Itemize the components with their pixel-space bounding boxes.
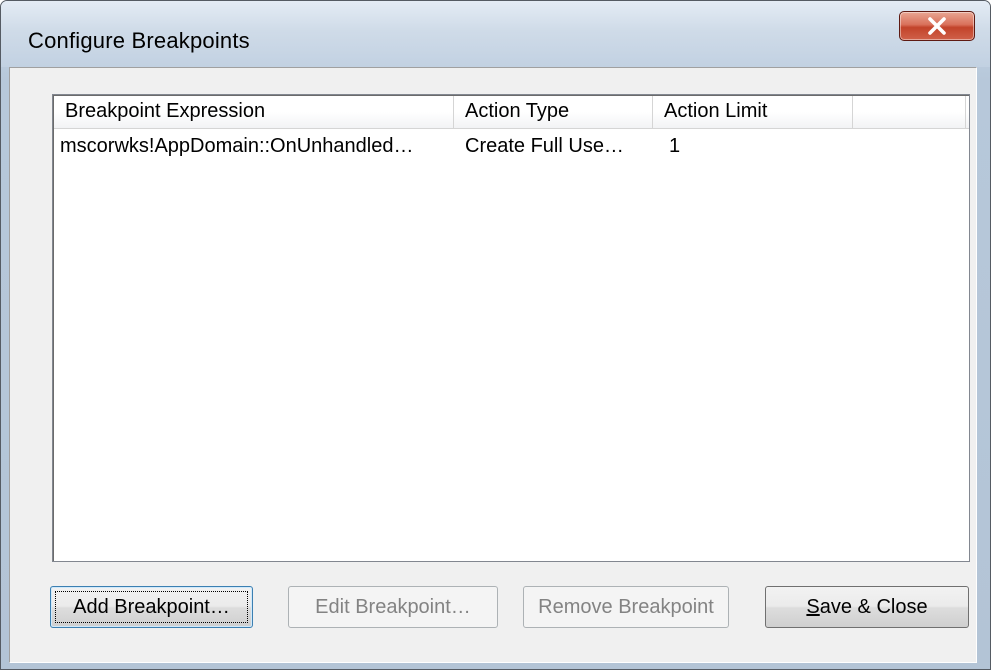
- remove-breakpoint-label: Remove Breakpoint: [538, 595, 714, 618]
- column-header-filler: [853, 96, 966, 128]
- dialog-client-area: Breakpoint Expression Action Type Action…: [9, 67, 977, 663]
- remove-breakpoint-button[interactable]: Remove Breakpoint: [523, 586, 729, 628]
- list-header: Breakpoint Expression Action Type Action…: [54, 96, 969, 129]
- save-close-label: ave & Close: [819, 595, 928, 618]
- edit-breakpoint-label: Edit Breakpoint…: [315, 595, 471, 618]
- column-header-breakpoint-expression[interactable]: Breakpoint Expression: [54, 96, 454, 128]
- save-and-close-button[interactable]: Save & Close: [765, 586, 969, 628]
- close-button[interactable]: [899, 11, 975, 41]
- configure-breakpoints-window: Configure Breakpoints Breakpoint Express…: [0, 0, 991, 670]
- table-row[interactable]: mscorwks!AppDomain::OnUnhandled… Create …: [54, 129, 969, 163]
- add-breakpoint-button[interactable]: Add Breakpoint…: [50, 586, 253, 628]
- cell-breakpoint-expression: mscorwks!AppDomain::OnUnhandled…: [60, 135, 414, 157]
- title-bar[interactable]: Configure Breakpoints: [1, 1, 990, 67]
- column-header-action-type[interactable]: Action Type: [454, 96, 653, 128]
- window-title: Configure Breakpoints: [28, 28, 250, 53]
- cell-action-limit: 1: [669, 135, 681, 157]
- save-close-mnemonic: S: [806, 595, 820, 618]
- close-icon: [928, 17, 946, 35]
- focus-rectangle: [55, 591, 248, 623]
- edit-breakpoint-button[interactable]: Edit Breakpoint…: [288, 586, 498, 628]
- breakpoints-list[interactable]: Breakpoint Expression Action Type Action…: [52, 94, 970, 562]
- cell-action-type: Create Full Use…: [465, 135, 624, 157]
- column-header-action-limit[interactable]: Action Limit: [653, 96, 853, 128]
